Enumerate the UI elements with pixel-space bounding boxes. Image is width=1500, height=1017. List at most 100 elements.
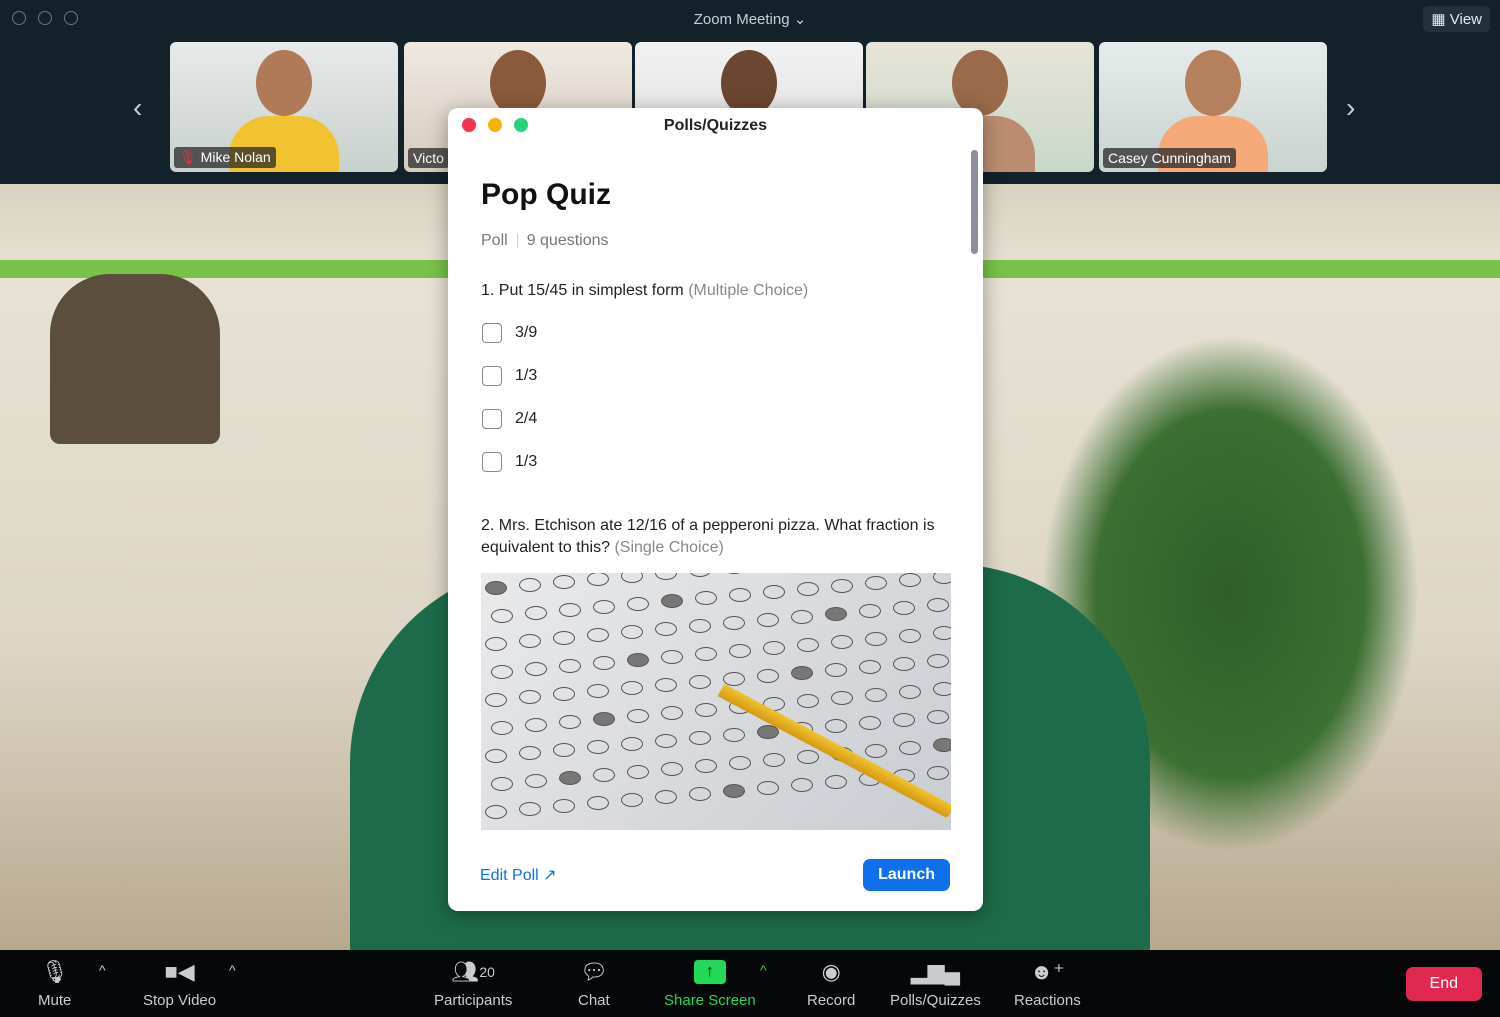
mute-button[interactable]: 🎙︎ Mute — [38, 958, 71, 1009]
answer-bubble — [661, 762, 683, 776]
quiz-title: Pop Quiz — [481, 178, 611, 211]
video-options-caret[interactable]: ^ — [229, 962, 236, 978]
answer-bubble — [893, 601, 915, 615]
answer-bubble — [587, 684, 609, 698]
checkbox[interactable] — [482, 322, 502, 343]
answer-bubble — [525, 718, 547, 732]
chat-button[interactable]: 💬︎ Chat — [578, 958, 610, 1009]
answer-bubble — [593, 712, 615, 726]
answer-bubble — [661, 650, 683, 664]
answer-bubble — [757, 781, 779, 795]
video-tile[interactable]: Casey Cunningham — [1099, 42, 1327, 172]
scrollbar[interactable] — [971, 150, 978, 254]
window-title[interactable]: Zoom Meeting ⌄ — [0, 10, 1500, 28]
record-icon: ◉ — [821, 959, 841, 984]
launch-button[interactable]: Launch — [863, 859, 950, 891]
answer-bubble — [695, 759, 717, 773]
option[interactable]: 2/4 — [481, 397, 951, 440]
answer-bubble — [933, 573, 951, 584]
share-options-caret[interactable]: ^ — [760, 962, 767, 978]
answer-bubble — [621, 625, 643, 639]
answer-bubble — [655, 790, 677, 804]
external-link-icon: ↗ — [543, 867, 557, 884]
answer-bubble — [491, 665, 513, 679]
answer-bubble — [525, 662, 547, 676]
option[interactable]: 3/9 — [481, 311, 951, 354]
quiz-meta: Poll 9 questions — [481, 232, 609, 249]
answer-bubble — [927, 766, 949, 780]
participant-name: Casey Cunningham — [1103, 148, 1236, 168]
answer-bubble — [655, 622, 677, 636]
answer-bubble — [791, 666, 813, 680]
answer-bubble — [859, 716, 881, 730]
smiley-plus-icon: ☻⁺ — [1029, 959, 1065, 984]
answer-bubble — [825, 775, 847, 789]
answer-bubble — [899, 629, 921, 643]
answer-bubble — [627, 597, 649, 611]
reactions-button[interactable]: ☻⁺ Reactions — [1014, 958, 1081, 1009]
participants-button[interactable]: 👥︎ 20 Participants — [434, 958, 512, 1009]
chevron-down-icon: ⌄ — [793, 11, 807, 28]
meeting-toolbar: 🎙︎ Mute ^ ■◀ Stop Video ^ 👥︎ 20 Participants… — [0, 950, 1500, 1017]
answer-bubble — [865, 744, 887, 758]
title-bar: Zoom Meeting ⌄ ▦ View — [0, 0, 1500, 36]
chevron-left-icon[interactable]: ‹ — [133, 92, 142, 124]
option[interactable]: 1/3 — [481, 354, 951, 397]
answer-bubble — [899, 573, 921, 587]
answer-bubble — [655, 734, 677, 748]
answer-bubble — [763, 753, 785, 767]
video-camera-icon: ■◀ — [164, 959, 195, 984]
answer-bubble — [723, 573, 745, 574]
checkbox[interactable] — [482, 451, 502, 472]
answer-bubble — [491, 777, 513, 791]
answer-bubble — [661, 594, 683, 608]
answer-bubble — [825, 719, 847, 733]
answer-bubble — [553, 687, 575, 701]
answer-bubble — [655, 573, 677, 580]
answer-bubble — [559, 715, 581, 729]
answer-bubble — [485, 693, 507, 707]
answer-bubble — [865, 576, 887, 590]
answer-bubble — [525, 774, 547, 788]
record-button[interactable]: ◉ Record — [807, 958, 855, 1009]
answer-bubble — [865, 632, 887, 646]
answer-bubble — [797, 750, 819, 764]
answer-bubble — [797, 694, 819, 708]
share-screen-icon: ↑ — [664, 958, 756, 986]
answer-bubble — [621, 681, 643, 695]
answer-bubble — [729, 588, 751, 602]
answer-bubble — [593, 768, 615, 782]
edit-poll-link[interactable]: Edit Poll ↗ — [480, 865, 557, 885]
end-button[interactable]: End — [1405, 967, 1482, 1001]
answer-bubble — [621, 573, 643, 583]
audio-options-caret[interactable]: ^ — [99, 962, 106, 978]
answer-bubble — [621, 737, 643, 751]
dialog-title: Polls/Quizzes — [663, 117, 768, 134]
answer-bubble — [933, 738, 951, 752]
answer-bubble — [859, 660, 881, 674]
bar-chart-icon: ▂▆▄ — [910, 959, 961, 984]
answer-bubble — [593, 600, 615, 614]
answer-bubble — [485, 805, 507, 819]
answer-bubble — [587, 796, 609, 810]
chevron-right-icon[interactable]: › — [1346, 92, 1355, 124]
microphone-icon: 🎙︎ — [40, 959, 69, 984]
answer-bubble — [757, 669, 779, 683]
stop-video-button[interactable]: ■◀ Stop Video — [143, 958, 216, 1009]
muted-mic-icon: 🎙︎ — [179, 149, 197, 165]
video-tile[interactable]: 🎙︎ Mike Nolan — [170, 42, 398, 172]
answer-bubble — [933, 626, 951, 640]
answer-bubble — [695, 703, 717, 717]
answer-bubble — [559, 603, 581, 617]
checkbox[interactable] — [482, 365, 502, 386]
answer-bubble — [899, 685, 921, 699]
answer-bubble — [899, 741, 921, 755]
option[interactable]: 1/3 — [481, 440, 951, 483]
checkbox[interactable] — [482, 408, 502, 429]
answer-bubble — [723, 616, 745, 630]
share-screen-button[interactable]: ↑ Share Screen — [664, 958, 756, 1009]
view-button[interactable]: ▦ View — [1423, 6, 1490, 32]
question-image — [481, 573, 951, 830]
polls-quizzes-button[interactable]: ▂▆▄ Polls/Quizzes — [890, 958, 981, 1009]
chat-icon: 💬︎ — [579, 959, 608, 984]
